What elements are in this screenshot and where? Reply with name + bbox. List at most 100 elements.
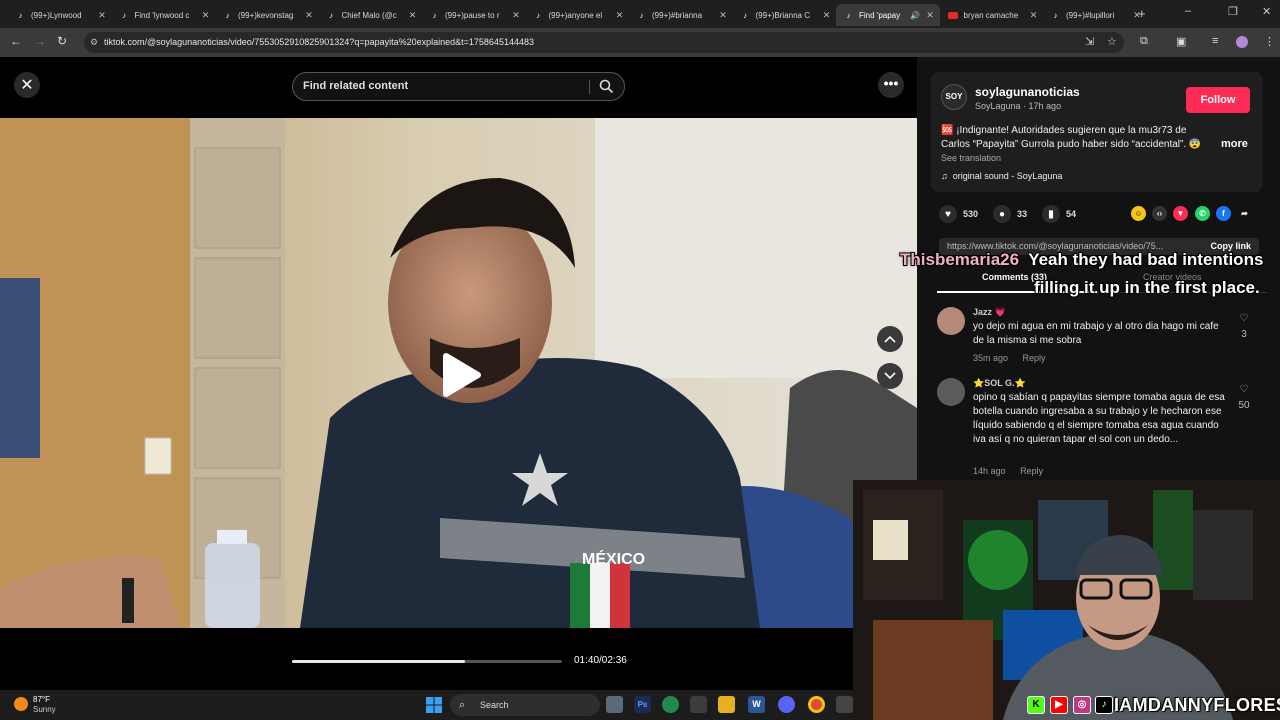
tab-title: (99+)#brianna xyxy=(652,10,703,20)
weather-temp[interactable]: 87°F xyxy=(33,695,50,704)
close-tab-icon[interactable]: ✕ xyxy=(200,10,212,21)
next-video-button[interactable] xyxy=(877,363,903,389)
bookmark-star-icon[interactable]: ☆ xyxy=(1107,35,1117,48)
store-icon[interactable] xyxy=(690,696,707,713)
action-row: ♥ 530 ● 33 ▮ 54 ☺ ‹› ▼ ✆ f ➦ xyxy=(939,205,1249,225)
url-field[interactable]: ⚙ tiktok.com/@soylagunanoticias/video/75… xyxy=(84,32,1124,53)
photoshop-icon[interactable]: Ps xyxy=(634,696,651,713)
sidebar-icon[interactable]: ▣ xyxy=(1176,35,1186,48)
back-icon[interactable]: ← xyxy=(10,34,22,48)
reply-button[interactable]: Reply xyxy=(1020,466,1043,476)
browser-tab[interactable]: bryan camache ✕ xyxy=(940,4,1044,26)
see-translation-link[interactable]: See translation xyxy=(941,153,1001,163)
video-player[interactable]: MÉXICO xyxy=(0,118,917,628)
app-icon[interactable] xyxy=(836,696,853,713)
comment-text: opino q sabían q papayitas siempre tomab… xyxy=(973,392,1225,445)
close-tab-icon[interactable]: ✕ xyxy=(821,10,833,21)
browser-tab[interactable]: ♪ (99+)pause to r ✕ xyxy=(422,4,526,26)
more-options-button[interactable]: ••• xyxy=(878,72,904,98)
profile-avatar[interactable] xyxy=(1236,36,1248,48)
browser-tab[interactable]: ♪ (99+)anyone el ✕ xyxy=(526,4,630,26)
extensions-icon[interactable]: ⧉ xyxy=(1140,35,1148,48)
close-tab-icon[interactable]: ✕ xyxy=(303,10,315,21)
save-button[interactable]: ▮ 54 xyxy=(1042,205,1076,223)
close-tab-icon[interactable]: ✕ xyxy=(407,10,419,21)
comment-like-icon[interactable]: ♡ xyxy=(1237,384,1251,395)
comment-avatar[interactable] xyxy=(937,378,965,406)
close-tab-icon[interactable]: ✕ xyxy=(924,10,936,21)
comment-meta: 14h ago Reply xyxy=(973,466,1055,476)
taskbar-search[interactable]: ⌕ Search xyxy=(450,694,600,716)
whatsapp-icon[interactable]: ✆ xyxy=(1195,206,1210,221)
close-tab-icon[interactable]: ✕ xyxy=(1028,10,1040,21)
sound-link[interactable]: ♫ original sound - SoyLaguna xyxy=(941,171,1062,181)
chrome-icon[interactable] xyxy=(808,696,825,713)
bookmark-icon: ▮ xyxy=(1042,205,1060,223)
new-tab-button[interactable]: + xyxy=(1138,6,1146,21)
close-video-button[interactable]: ✕ xyxy=(14,72,40,98)
menu-kebab-icon[interactable]: ⋮ xyxy=(1264,35,1275,48)
browser-tab[interactable]: ♪ (99+)Lynwood ✕ xyxy=(8,4,112,26)
reply-button[interactable]: Reply xyxy=(1023,353,1046,363)
share-arrow-icon[interactable]: ➦ xyxy=(1237,206,1252,221)
speaker-icon[interactable]: 🔊 xyxy=(910,11,920,20)
file-explorer-icon[interactable] xyxy=(718,696,735,713)
forward-icon[interactable]: → xyxy=(34,34,46,48)
windows-start-icon[interactable] xyxy=(426,697,442,713)
reload-icon[interactable]: ↻ xyxy=(57,34,67,48)
task-view-icon[interactable] xyxy=(606,696,623,713)
embed-icon[interactable]: ‹› xyxy=(1152,206,1167,221)
follow-button[interactable]: Follow xyxy=(1186,87,1250,113)
install-app-icon[interactable]: ⇲ xyxy=(1085,35,1094,48)
related-search-input[interactable]: Find related content xyxy=(292,72,625,101)
browser-tab[interactable]: ♪ Chief Malo (@c ✕ xyxy=(319,4,423,26)
tiktok-icon: ♪ xyxy=(18,10,23,20)
comment-button[interactable]: ● 33 xyxy=(993,205,1027,223)
like-button[interactable]: ♥ 530 xyxy=(939,205,978,223)
close-tab-icon[interactable]: ✕ xyxy=(717,10,729,21)
author-avatar[interactable]: SOY xyxy=(941,84,967,110)
tab-title: (99+)Lynwood xyxy=(31,10,82,20)
comment-username[interactable]: Jazz 💗 xyxy=(973,307,1006,318)
previous-video-button[interactable] xyxy=(877,326,903,352)
close-tab-icon[interactable]: ✕ xyxy=(96,10,108,21)
close-tab-icon[interactable]: ✕ xyxy=(614,10,626,21)
edge-icon[interactable] xyxy=(662,696,679,713)
comment-username[interactable]: ⭐SOL G.⭐ xyxy=(973,378,1026,389)
site-info-icon[interactable]: ⚙ xyxy=(90,32,98,53)
search-icon[interactable] xyxy=(598,78,614,94)
url-text: tiktok.com/@soylagunanoticias/video/7553… xyxy=(104,37,534,47)
progress-bar[interactable] xyxy=(292,660,562,663)
more-link[interactable]: more xyxy=(1221,138,1248,150)
weather-desc[interactable]: Sunny xyxy=(33,705,56,714)
friends-share-icon[interactable]: ☺ xyxy=(1131,206,1146,221)
browser-tab[interactable]: ♪ (99+)#brianna ✕ xyxy=(629,4,733,26)
chat-username: Thisbemaria26 xyxy=(900,250,1020,269)
author-username[interactable]: soylagunanoticias xyxy=(975,85,1080,99)
maximize-icon[interactable]: ❐ xyxy=(1228,5,1238,18)
tab-search-icon[interactable]: ≡ xyxy=(1212,35,1218,47)
close-window-icon[interactable]: ✕ xyxy=(1262,5,1271,18)
comment-text: yo dejo mi agua en mi trabajo y al otro … xyxy=(973,321,1219,346)
send-icon[interactable]: ▼ xyxy=(1173,206,1188,221)
webcam-image xyxy=(853,480,1280,720)
comment-avatar[interactable] xyxy=(937,307,965,335)
taskbar-search-label: Search xyxy=(480,700,509,710)
word-icon[interactable]: W xyxy=(748,696,765,713)
browser-tab[interactable]: ♪ (99+)Brianna C ✕ xyxy=(733,4,837,26)
browser-tab-bar: ♪ (99+)Lynwood ✕ ♪ Find 'lynwood c ✕ ♪ (99+)kev… xyxy=(0,0,1280,28)
time-display: 01:40/02:36 xyxy=(574,655,627,666)
browser-tab[interactable]: ♪ (99+)kevonstag ✕ xyxy=(215,4,319,26)
chevron-down-icon xyxy=(884,372,896,380)
streamer-handle: IAMDANNYFLORES xyxy=(1114,695,1280,715)
close-tab-icon[interactable]: ✕ xyxy=(510,10,522,21)
comment-like-icon[interactable]: ♡ xyxy=(1237,313,1251,324)
author-card: SOY soylagunanoticias SoyLaguna · 17h ag… xyxy=(931,72,1263,192)
browser-tab[interactable]: ♪ (99+)#lupillori ✕ xyxy=(1043,4,1147,26)
discord-icon[interactable] xyxy=(778,696,795,713)
browser-tab[interactable]: ♪ Find 'papay 🔊 ✕ xyxy=(836,4,940,26)
minimize-icon[interactable]: – xyxy=(1185,5,1191,17)
facebook-icon[interactable]: f xyxy=(1216,206,1231,221)
tab-title: (99+)anyone el xyxy=(548,10,603,20)
browser-tab[interactable]: ♪ Find 'lynwood c ✕ xyxy=(112,4,216,26)
